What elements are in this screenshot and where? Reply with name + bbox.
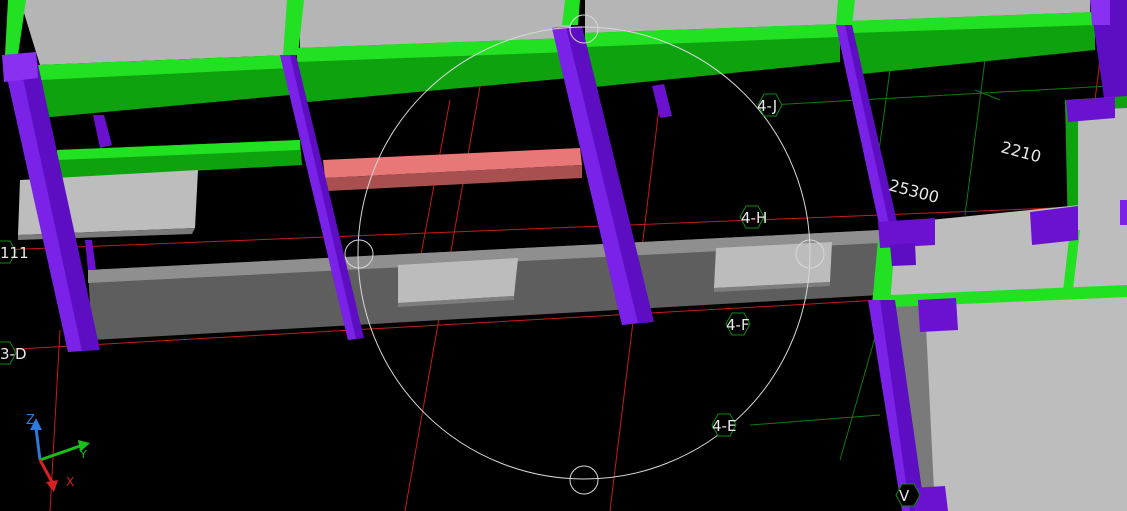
- axis-label-x: X: [66, 475, 74, 489]
- axis-label-z: Z: [26, 413, 35, 428]
- right-structure: [868, 96, 1127, 511]
- grid-label-3d: 3-D: [0, 345, 27, 363]
- dimension-25300: 25300: [887, 176, 941, 208]
- ucs-axis-icon: Z Y X: [26, 413, 90, 492]
- orbit-handle-bottom[interactable]: [569, 465, 599, 495]
- grid-label-4e: 4-E: [712, 417, 736, 435]
- 3d-model-viewport[interactable]: 4-J 4-H 4-F 4-E 111 3-D V 2210 25300 Z Y…: [0, 0, 1127, 511]
- grid-label-4f: 4-F: [726, 316, 750, 334]
- gray-wall-beam: [88, 230, 880, 340]
- red-beam: [323, 148, 582, 191]
- grid-label-4j: 4-J: [757, 97, 777, 115]
- dimension-2210: 2210: [999, 138, 1043, 167]
- axis-label-y: Y: [79, 448, 87, 461]
- grid-label-v: V: [899, 487, 910, 505]
- grid-label-111: 111: [0, 244, 29, 262]
- grid-label-4h: 4-H: [741, 209, 767, 227]
